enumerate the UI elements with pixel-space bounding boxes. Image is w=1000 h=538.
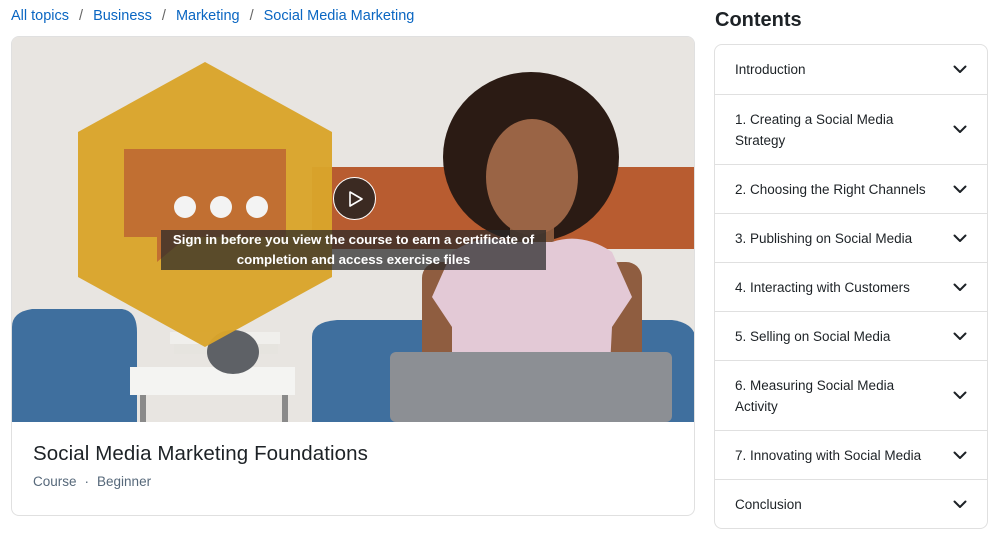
toc-item-label: 2. Choosing the Right Channels <box>735 181 926 197</box>
course-level: Beginner <box>97 474 152 489</box>
toc-item-chapter-1[interactable]: 1. Creating a Social Media Strategy <box>715 95 987 165</box>
toc-item-chapter-3[interactable]: 3. Publishing on Social Media <box>715 214 987 263</box>
chevron-down-icon <box>953 65 967 73</box>
course-meta: Course · Beginner <box>33 474 673 489</box>
video-player[interactable]: Sign in before you view the course to ea… <box>12 37 694 422</box>
course-title: Social Media Marketing Foundations <box>33 442 368 465</box>
contents-heading: Contents <box>715 9 802 31</box>
toc-item-chapter-6[interactable]: 6. Measuring Social Media Activity <box>715 361 987 431</box>
toc-item-chapter-5[interactable]: 5. Selling on Social Media <box>715 312 987 361</box>
toc-item-chapter-7[interactable]: 7. Innovating with Social Media <box>715 431 987 480</box>
breadcrumb-marketing[interactable]: Marketing <box>176 8 240 24</box>
toc-item-label: 6. Measuring Social Media Activity <box>735 377 895 414</box>
toc-item-label: 1. Creating a Social Media Strategy <box>735 111 894 148</box>
toc-item-chapter-2[interactable]: 2. Choosing the Right Channels <box>715 165 987 214</box>
meta-separator: · <box>84 474 90 489</box>
chevron-down-icon <box>953 451 967 459</box>
breadcrumb-business[interactable]: Business <box>93 8 152 24</box>
toc-item-label: Conclusion <box>735 496 802 512</box>
toc-item-label: 3. Publishing on Social Media <box>735 230 913 246</box>
toc-item-label: Introduction <box>735 62 806 77</box>
toc-item-label: 7. Innovating with Social Media <box>735 447 922 463</box>
course-type: Course <box>33 474 77 489</box>
chevron-down-icon <box>953 283 967 291</box>
breadcrumb: All topics / Business / Marketing / Soci… <box>11 8 414 24</box>
chevron-down-icon <box>953 185 967 193</box>
breadcrumb-separator: / <box>249 8 254 24</box>
sign-in-message: Sign in before you view the course to ea… <box>161 230 546 270</box>
chevron-down-icon <box>953 234 967 242</box>
play-icon <box>349 190 363 207</box>
breadcrumb-separator: / <box>161 8 166 24</box>
toc-item-introduction[interactable]: Introduction <box>715 45 987 95</box>
breadcrumb-social-media-marketing[interactable]: Social Media Marketing <box>264 8 415 24</box>
toc-item-conclusion[interactable]: Conclusion <box>715 480 987 528</box>
chevron-down-icon <box>953 125 967 133</box>
chevron-down-icon <box>953 500 967 508</box>
chevron-down-icon <box>953 391 967 399</box>
course-info: Social Media Marketing Foundations Cours… <box>12 422 694 509</box>
toc-item-label: 5. Selling on Social Media <box>735 328 891 344</box>
toc-item-label: 4. Interacting with Customers <box>735 279 910 295</box>
course-card: Sign in before you view the course to ea… <box>11 36 695 516</box>
breadcrumb-all-topics[interactable]: All topics <box>11 8 69 24</box>
play-button[interactable] <box>333 177 376 220</box>
chevron-down-icon <box>953 332 967 340</box>
breadcrumb-separator: / <box>79 8 84 24</box>
toc-item-chapter-4[interactable]: 4. Interacting with Customers <box>715 263 987 312</box>
contents-list: Introduction 1. Creating a Social Media … <box>714 44 988 529</box>
